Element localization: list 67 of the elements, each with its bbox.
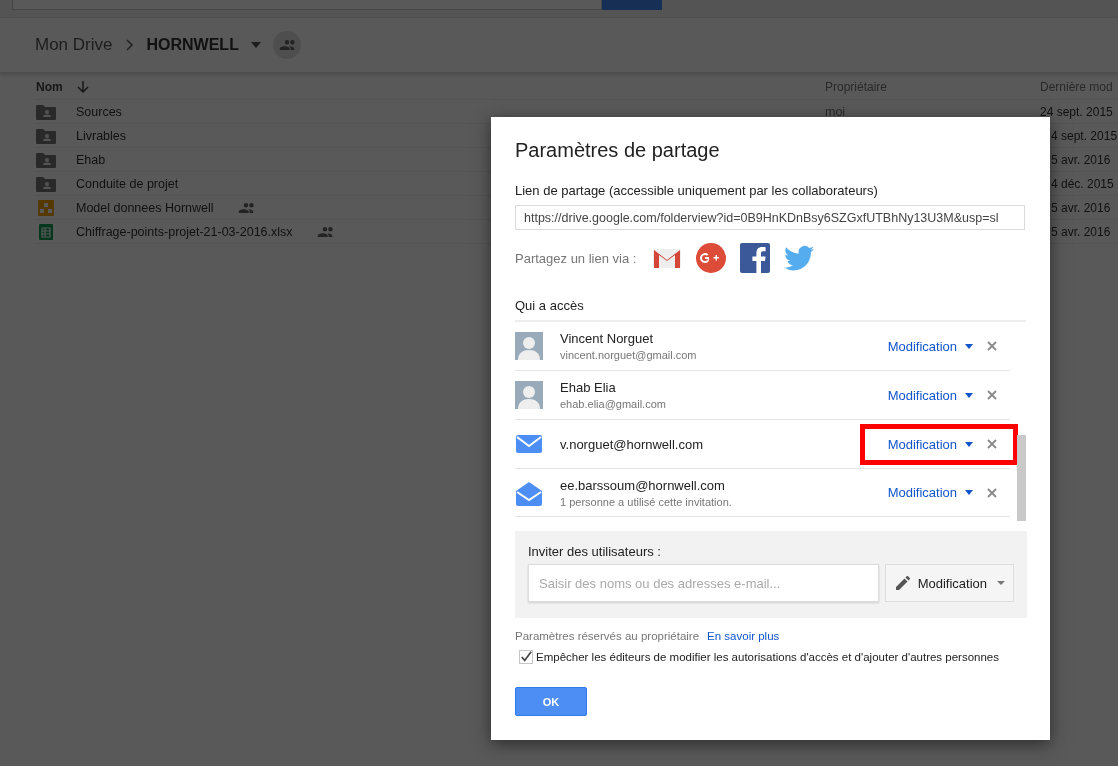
caret-icon <box>997 581 1005 585</box>
table-cell: 24 sept. 2015 <box>1040 104 1113 119</box>
search-field[interactable] <box>12 0 602 10</box>
avatar-icon <box>515 381 543 409</box>
chevron-icon <box>124 39 135 51</box>
role-dropdown[interactable]: Modification <box>887 436 957 452</box>
member-name: Vincent Norguet <box>560 331 654 346</box>
shared-icon <box>237 202 254 213</box>
member-email: v.norguet@hornwell.com <box>560 436 705 452</box>
close-icon[interactable] <box>987 341 997 351</box>
pencil-icon <box>895 576 910 590</box>
owner-settings-text: Paramètres réservés au propriétaire <box>515 630 700 642</box>
role-dropdown[interactable]: Modification <box>887 485 957 500</box>
file-name[interactable]: Livrables <box>76 128 127 143</box>
table-cell: 5 avr. 2016 <box>1051 224 1111 239</box>
google-plus-icon[interactable] <box>695 242 728 274</box>
section-heading: Qui a accès <box>515 298 1026 322</box>
permission-button[interactable]: Modification <box>884 564 1014 602</box>
caret-icon[interactable] <box>250 42 261 48</box>
close-icon[interactable] <box>987 439 997 449</box>
invite-label: Inviter des utilisateurs : <box>528 544 662 559</box>
caret-icon <box>965 441 973 447</box>
field-label: Lien de partage (accessible uniquement par les collaborateurs) <box>515 183 879 198</box>
learn-more-link[interactable]: En savoir plus <box>707 630 780 642</box>
file-name[interactable]: Model donnees Hornwell <box>76 200 214 215</box>
file-name[interactable]: Sources <box>76 104 122 119</box>
people-icon <box>278 40 295 50</box>
avatar-icon <box>515 332 543 360</box>
breadcrumb-link[interactable]: Mon Drive <box>35 35 113 55</box>
close-icon[interactable] <box>987 390 997 400</box>
file-name[interactable]: Conduite de projet <box>76 176 179 191</box>
shared-folder-icon <box>36 127 56 144</box>
member-email: ee.barssoum@hornwell.com <box>560 477 726 493</box>
share-via-label: Partagez un lien via : <box>515 250 637 266</box>
shared-people-button[interactable] <box>272 31 301 59</box>
shared-folder-icon <box>36 151 56 168</box>
shared-folder-icon <box>36 175 56 192</box>
checkbox[interactable] <box>519 650 533 664</box>
file-name[interactable]: Ehab <box>76 152 106 167</box>
link-field[interactable]: https://drive.google.com/folderview?id=0B9HnKDnBsy6SZGxfUTBhNy13U3M&usp=sl <box>515 205 1025 230</box>
table-cell: 4 déc. 2015 <box>1051 176 1114 191</box>
facebook-icon[interactable] <box>739 242 772 274</box>
checkbox-label: Empêcher les éditeurs de modifier les autorisations d'accès et d'ajouter d'autres personnes <box>536 651 999 663</box>
caret-icon <box>965 343 973 349</box>
drawing-file-icon <box>36 199 56 216</box>
email-input-field[interactable]: Saisir des noms ou des adresses e-mail... <box>528 564 879 602</box>
shared-folder-icon <box>36 103 56 120</box>
member-email: ehab.elia@gmail.com <box>560 398 667 410</box>
table-cell: 5 avr. 2016 <box>1051 152 1111 167</box>
caret-icon <box>965 392 973 398</box>
invitation-note: 1 personne a utilisé cette invitation. <box>560 495 733 508</box>
folder-title[interactable]: HORNWELL <box>146 36 239 54</box>
member-name: Ehab Elia <box>560 380 617 395</box>
table-cell: 5 avr. 2016 <box>1051 200 1111 215</box>
caret-icon <box>965 490 973 495</box>
role-dropdown[interactable]: Modification <box>887 387 957 403</box>
ok-button[interactable]: OK <box>515 687 587 716</box>
file-name[interactable]: Chiffrage-points-projet-21-03-2016.xlsx <box>76 224 293 239</box>
column-header[interactable]: Nom <box>36 79 63 94</box>
close-icon[interactable] <box>987 487 997 498</box>
spreadsheet-icon <box>36 223 56 240</box>
role-dropdown[interactable]: Modification <box>887 338 957 354</box>
member-email: vincent.norguet@gmail.com <box>560 349 698 361</box>
scrollbar[interactable] <box>1017 435 1026 521</box>
dialog-title: Paramètres de partage <box>515 139 721 162</box>
table-cell: 4 sept. 2015 <box>1051 128 1118 143</box>
shared-icon <box>316 226 333 237</box>
